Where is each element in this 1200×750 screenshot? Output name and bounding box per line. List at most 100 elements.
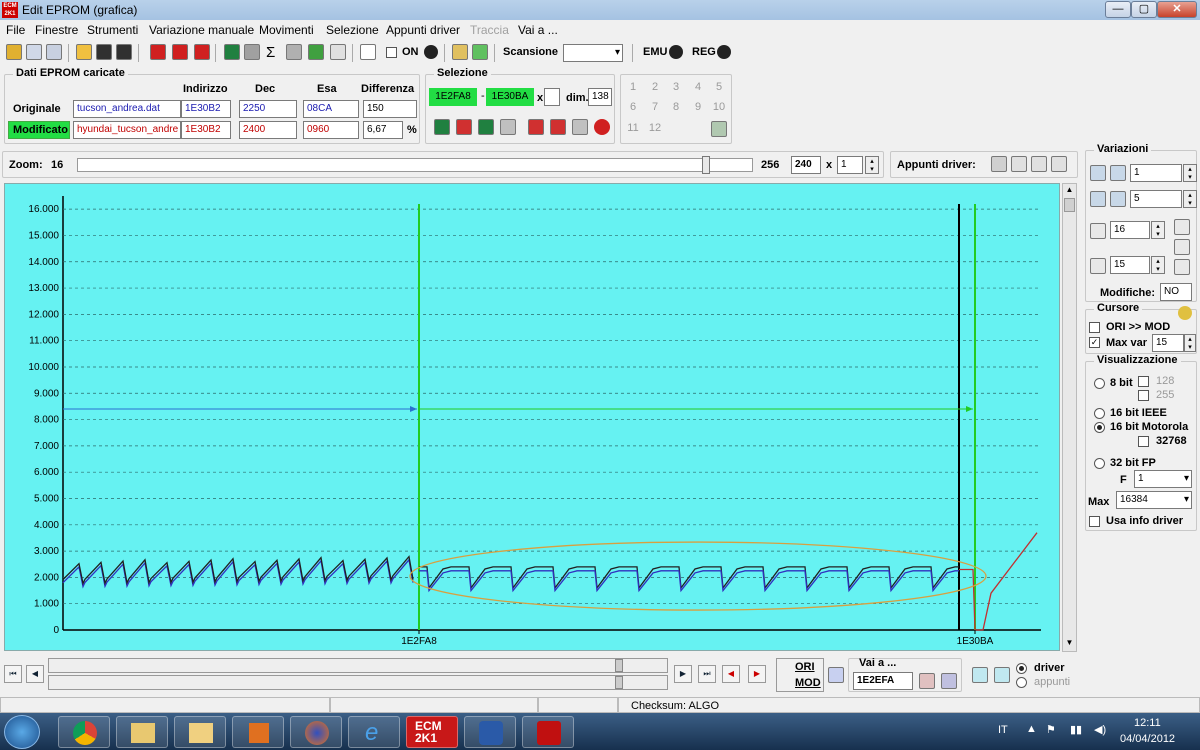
on-checkbox[interactable] <box>386 47 397 58</box>
radio-32fp[interactable] <box>1094 458 1105 469</box>
h-icon[interactable] <box>1174 239 1190 255</box>
clock-time[interactable]: 12:11 <box>1134 717 1161 729</box>
modificato-file[interactable]: hyundai_tucson_andre <box>73 121 181 139</box>
last-icon[interactable]: ⏭ <box>698 665 716 683</box>
sel-disabled-icon[interactable] <box>500 119 516 135</box>
zoom-mult-spinner[interactable]: ▴ ▾ <box>865 156 879 174</box>
radio-8bit[interactable] <box>1094 378 1105 389</box>
appunti-paste-icon[interactable] <box>1011 156 1027 172</box>
lock-icon[interactable] <box>452 44 468 60</box>
grid-btn-8[interactable]: 8 <box>666 98 686 116</box>
originale-file[interactable]: tucson_andrea.dat <box>73 100 181 118</box>
max-var-value[interactable]: 15 <box>1152 334 1184 352</box>
selezione-end[interactable]: 1E30BA <box>486 88 534 106</box>
chrome-icon[interactable] <box>58 716 110 748</box>
compare-icon[interactable] <box>194 44 210 60</box>
flag-icon[interactable] <box>308 44 324 60</box>
menu-selezione[interactable]: Selezione <box>326 23 379 37</box>
grid-btn-10[interactable]: 10 <box>709 98 729 116</box>
maximize-button[interactable]: ▢ <box>1131 1 1157 18</box>
media-player-icon[interactable] <box>232 716 284 748</box>
menu-finestre[interactable]: Finestre <box>35 23 78 37</box>
grid-btn-12[interactable]: 12 <box>645 119 665 137</box>
explorer-icon[interactable] <box>116 716 168 748</box>
window-icon[interactable] <box>46 44 62 60</box>
vai-prev-icon[interactable] <box>919 673 935 689</box>
sel-right-icon[interactable] <box>478 119 494 135</box>
mark-right-icon[interactable]: ▶ <box>748 665 766 683</box>
graph-icon[interactable] <box>330 44 346 60</box>
modificato-esa[interactable]: 0960 <box>303 121 359 139</box>
open-folder-icon[interactable] <box>76 44 92 60</box>
cursore-lock-icon[interactable] <box>1178 306 1192 320</box>
zoom-slider[interactable] <box>77 156 753 174</box>
zoom-slider-thumb[interactable] <box>702 156 710 174</box>
zoom-mult[interactable]: 1 <box>837 156 863 174</box>
volume-icon[interactable]: ◀) <box>1094 723 1106 736</box>
max-var-spinner[interactable]: ▴ ▾ <box>1184 334 1196 352</box>
chk-32768[interactable] <box>1138 436 1149 447</box>
chart-svg[interactable]: 16.000 15.000 14.000 13.000 12.000 11.000 10.0… <box>5 184 1061 652</box>
originale-differenza[interactable]: 150 <box>363 100 417 118</box>
a-spinner[interactable]: ▴ ▾ <box>1151 221 1165 239</box>
appunti-apply-icon[interactable] <box>1031 156 1047 172</box>
mark-left-icon[interactable]: ◀ <box>722 665 740 683</box>
scroll-thumb[interactable] <box>1064 198 1075 212</box>
originale-esa[interactable]: 08CA <box>303 100 359 118</box>
runner-icon[interactable] <box>472 44 488 60</box>
selezione-mult-input[interactable] <box>544 88 560 106</box>
reg-knob-icon[interactable] <box>717 45 731 59</box>
clock-date[interactable]: 04/04/2012 <box>1120 733 1175 745</box>
scansione-dropdown[interactable]: ▾ <box>563 44 623 62</box>
menu-vai-a[interactable]: Vai a ... <box>518 23 558 37</box>
radio-16motorola[interactable] <box>1094 422 1105 433</box>
m-icon[interactable] <box>1174 219 1190 235</box>
grid-btn-11[interactable]: 11 <box>623 119 643 137</box>
edit-icon[interactable] <box>244 44 260 60</box>
menu-file[interactable]: File <box>6 23 25 37</box>
ecm-taskbar-icon[interactable]: ECM 2K1 <box>406 716 458 748</box>
menu-variazione-manuale[interactable]: Variazione manuale <box>149 23 254 37</box>
chart-area[interactable]: 16.000 15.000 14.000 13.000 12.000 11.000 10.0… <box>4 183 1060 651</box>
zoom-value[interactable]: 240 <box>791 156 821 174</box>
minus5-icon[interactable] <box>1110 191 1126 207</box>
usa-info-checkbox[interactable] <box>1089 516 1100 527</box>
max-var-checkbox[interactable]: ✓ <box>1089 337 1100 348</box>
prev-page-icon[interactable]: ◀ <box>26 665 44 683</box>
acrobat-icon[interactable] <box>522 716 574 748</box>
vai-next-icon[interactable] <box>941 673 957 689</box>
radio-16ieee[interactable] <box>1094 408 1105 419</box>
modificato-indirizzo[interactable]: 1E30B2 <box>181 121 231 139</box>
close-button[interactable]: ✕ <box>1157 1 1197 18</box>
vertical-scrollbar[interactable]: ▲ ▼ <box>1062 183 1077 652</box>
sel-mid-icon[interactable] <box>456 119 472 135</box>
grid-btn-7[interactable]: 7 <box>645 98 665 116</box>
save-icon[interactable] <box>96 44 112 60</box>
on-knob-icon[interactable] <box>424 45 438 59</box>
sigma-icon[interactable]: Σ <box>266 44 275 61</box>
ie-icon[interactable]: e <box>348 716 400 748</box>
step2-spinner[interactable]: ▴ ▾ <box>1183 190 1197 208</box>
hscroll-top-thumb[interactable] <box>615 659 623 672</box>
plus1-icon[interactable] <box>1090 165 1106 181</box>
print-icon[interactable] <box>286 44 302 60</box>
menu-traccia[interactable]: Traccia <box>470 23 509 37</box>
ori-mod-toggle[interactable]: ORI MOD <box>776 658 824 692</box>
menu-movimenti[interactable]: Movimenti <box>259 23 314 37</box>
step1-spinner[interactable]: ▴ ▾ <box>1183 164 1197 182</box>
folder-icon[interactable] <box>174 716 226 748</box>
action-center-icon[interactable]: ⚑ <box>1046 723 1056 736</box>
next-icon[interactable]: ▶ <box>674 665 692 683</box>
plus5-icon[interactable] <box>1090 191 1106 207</box>
minus1-icon[interactable] <box>1110 165 1126 181</box>
grid-btn-5[interactable]: 5 <box>709 78 729 96</box>
grid-btn-3[interactable]: 3 <box>666 78 686 96</box>
dim-value[interactable]: 138 <box>588 88 612 106</box>
grid-btn-1[interactable]: 1 <box>623 78 643 96</box>
first-icon[interactable]: ⏮ <box>4 665 22 683</box>
u-icon[interactable] <box>1174 259 1190 275</box>
grid-btn-6[interactable]: 6 <box>623 98 643 116</box>
flag-uk-icon[interactable] <box>828 667 844 683</box>
hscroll-bottom-thumb[interactable] <box>615 676 623 689</box>
f-dropdown[interactable]: 1 ▾ <box>1134 470 1192 488</box>
